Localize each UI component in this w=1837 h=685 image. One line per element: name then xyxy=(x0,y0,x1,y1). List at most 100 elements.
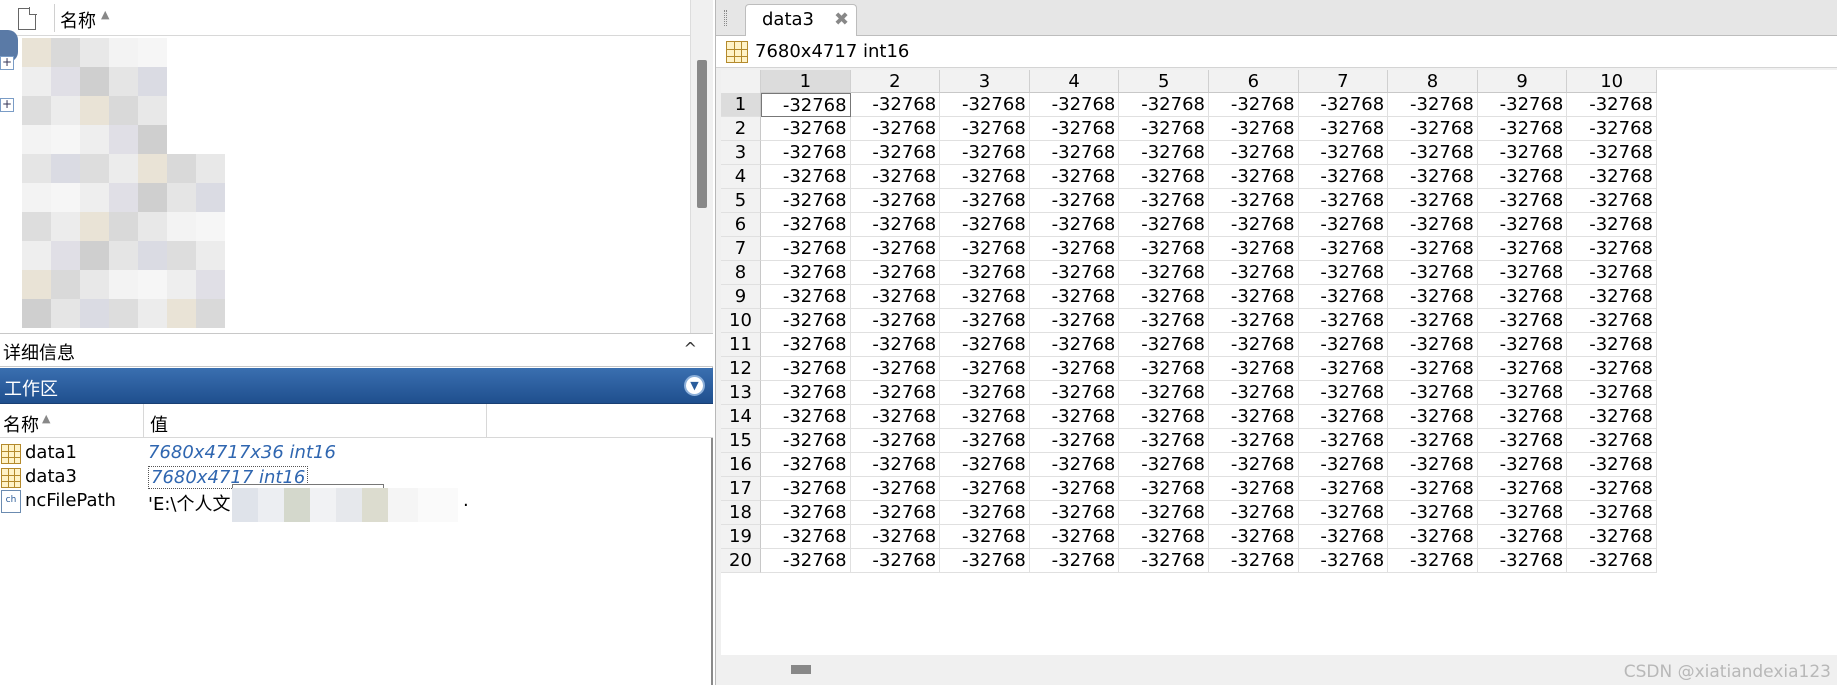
grid-cell[interactable]: -32768 xyxy=(1029,213,1120,237)
grid-cell[interactable]: -32768 xyxy=(1029,93,1120,117)
grid-cell[interactable]: -32768 xyxy=(1477,429,1568,453)
grid-cell[interactable]: -32768 xyxy=(1119,453,1209,477)
grid-cell[interactable]: -32768 xyxy=(1388,141,1478,165)
grid-cell[interactable]: -32768 xyxy=(1477,381,1568,405)
grid-cell[interactable]: -32768 xyxy=(850,501,941,525)
row-header[interactable]: 19 xyxy=(721,525,761,549)
grid-cell[interactable]: -32768 xyxy=(1567,285,1657,309)
grid-cell[interactable]: -32768 xyxy=(1029,285,1120,309)
grid-cell[interactable]: -32768 xyxy=(761,453,851,477)
grid-cell[interactable]: -32768 xyxy=(1388,333,1478,357)
grid-cell[interactable]: -32768 xyxy=(1567,165,1657,189)
grid-cell[interactable]: -32768 xyxy=(850,381,941,405)
row-header[interactable]: 2 xyxy=(721,117,761,141)
grid-cell[interactable]: -32768 xyxy=(1477,141,1568,165)
row-header[interactable]: 7 xyxy=(721,237,761,261)
grid-cell[interactable]: -32768 xyxy=(940,261,1030,285)
grid-cell[interactable]: -32768 xyxy=(761,285,851,309)
grid-cell[interactable]: -32768 xyxy=(1029,501,1120,525)
grid-cell[interactable]: -32768 xyxy=(1029,381,1120,405)
grid-cell[interactable]: -32768 xyxy=(1388,429,1478,453)
grid-cell[interactable]: -32768 xyxy=(1298,357,1389,381)
grid-cell[interactable]: -32768 xyxy=(761,141,851,165)
grid-cell[interactable]: -32768 xyxy=(1477,285,1568,309)
grid-cell[interactable]: -32768 xyxy=(1119,165,1209,189)
grid-cell[interactable]: -32768 xyxy=(1388,213,1478,237)
grid-cell[interactable]: -32768 xyxy=(850,429,941,453)
grid-cell[interactable]: -32768 xyxy=(1477,93,1568,117)
grid-cell[interactable]: -32768 xyxy=(1298,309,1389,333)
column-divider[interactable] xyxy=(143,404,144,438)
name-column-header[interactable]: 名称 xyxy=(60,7,96,33)
grid-cell[interactable]: -32768 xyxy=(1029,357,1120,381)
grid-cell[interactable]: -32768 xyxy=(1567,213,1657,237)
grid-cell[interactable]: -32768 xyxy=(761,501,851,525)
grid-cell[interactable]: -32768 xyxy=(761,93,851,117)
row-header[interactable]: 20 xyxy=(721,549,761,573)
grid-cell[interactable]: -32768 xyxy=(761,189,851,213)
scrollbar-thumb[interactable] xyxy=(791,665,811,674)
grid-cell[interactable]: -32768 xyxy=(1209,477,1299,501)
grid-cell[interactable]: -32768 xyxy=(1029,117,1120,141)
grid-cell[interactable]: -32768 xyxy=(850,453,941,477)
grid-cell[interactable]: -32768 xyxy=(1119,501,1209,525)
column-divider[interactable] xyxy=(486,404,487,438)
row-header[interactable]: 9 xyxy=(721,285,761,309)
value-column-header[interactable]: 值 xyxy=(150,411,168,437)
grid-cell[interactable]: -32768 xyxy=(850,237,941,261)
grid-cell[interactable]: -32768 xyxy=(1388,501,1478,525)
grid-cell[interactable]: -32768 xyxy=(1119,429,1209,453)
grid-cell[interactable]: -32768 xyxy=(761,165,851,189)
grid-cell[interactable]: -32768 xyxy=(1209,405,1299,429)
grid-cell[interactable]: -32768 xyxy=(761,117,851,141)
grid-cell[interactable]: -32768 xyxy=(1298,405,1389,429)
grid-cell[interactable]: -32768 xyxy=(1567,453,1657,477)
chevron-down-circle-icon[interactable]: ▼ xyxy=(684,375,705,396)
grid-cell[interactable]: -32768 xyxy=(850,165,941,189)
grid-cell[interactable]: -32768 xyxy=(1029,237,1120,261)
grid-cell[interactable]: -32768 xyxy=(1209,93,1299,117)
grid-cell[interactable]: -32768 xyxy=(761,213,851,237)
grid-cell[interactable]: -32768 xyxy=(1298,285,1389,309)
grid-cell[interactable]: -32768 xyxy=(761,261,851,285)
row-header[interactable]: 17 xyxy=(721,477,761,501)
grid-cell[interactable]: -32768 xyxy=(761,549,851,573)
grid-cell[interactable]: -32768 xyxy=(940,429,1030,453)
grid-cell[interactable]: -32768 xyxy=(1029,549,1120,573)
grid-cell[interactable]: -32768 xyxy=(761,309,851,333)
grid-cell[interactable]: -32768 xyxy=(940,117,1030,141)
grid-cell[interactable]: -32768 xyxy=(850,141,941,165)
grid-cell[interactable]: -32768 xyxy=(1029,477,1120,501)
grid-cell[interactable]: -32768 xyxy=(940,141,1030,165)
grid-cell[interactable]: -32768 xyxy=(1298,141,1389,165)
close-icon[interactable]: ✖ xyxy=(834,9,849,30)
column-header[interactable]: 2 xyxy=(850,70,941,93)
grid-cell[interactable]: -32768 xyxy=(1119,381,1209,405)
grid-cell[interactable]: -32768 xyxy=(1209,117,1299,141)
grid-cell[interactable]: -32768 xyxy=(850,549,941,573)
grid-cell[interactable]: -32768 xyxy=(1388,381,1478,405)
grid-cell[interactable]: -32768 xyxy=(850,333,941,357)
grid-cell[interactable]: -32768 xyxy=(1029,309,1120,333)
grid-cell[interactable]: -32768 xyxy=(1119,477,1209,501)
grid-cell[interactable]: -32768 xyxy=(1388,453,1478,477)
grid-cell[interactable]: -32768 xyxy=(1567,357,1657,381)
grid-cell[interactable]: -32768 xyxy=(1567,237,1657,261)
grid-corner[interactable] xyxy=(721,70,761,93)
row-header[interactable]: 10 xyxy=(721,309,761,333)
row-header[interactable]: 11 xyxy=(721,333,761,357)
grid-cell[interactable]: -32768 xyxy=(1477,261,1568,285)
grid-cell[interactable]: -32768 xyxy=(940,357,1030,381)
grid-cell[interactable]: -32768 xyxy=(1119,285,1209,309)
grid-cell[interactable]: -32768 xyxy=(1029,165,1120,189)
grid-cell[interactable]: -32768 xyxy=(1298,429,1389,453)
grid-cell[interactable]: -32768 xyxy=(850,405,941,429)
column-header[interactable]: 8 xyxy=(1388,70,1478,93)
grid-cell[interactable]: -32768 xyxy=(761,333,851,357)
row-header[interactable]: 12 xyxy=(721,357,761,381)
grid-cell[interactable]: -32768 xyxy=(1477,309,1568,333)
column-header[interactable]: 1 xyxy=(761,70,851,93)
grid-cell[interactable]: -32768 xyxy=(1298,333,1389,357)
grid-cell[interactable]: -32768 xyxy=(1209,429,1299,453)
grid-cell[interactable]: -32768 xyxy=(1209,501,1299,525)
